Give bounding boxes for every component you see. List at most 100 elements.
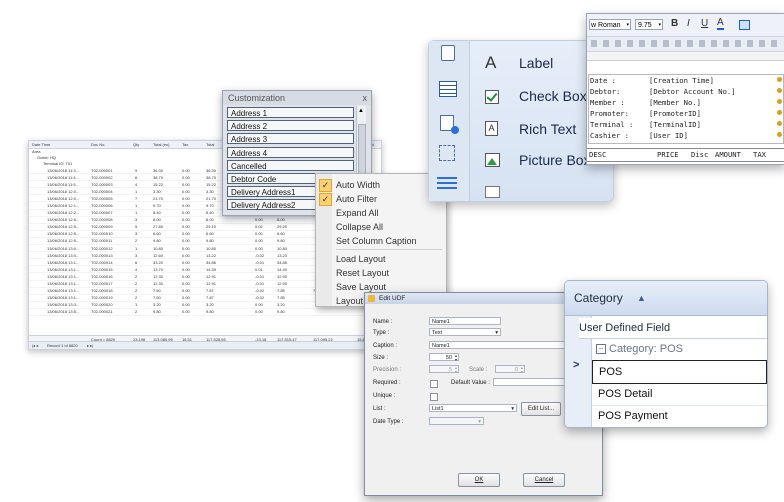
edit-list-button[interactable]: Edit List... [521,402,561,416]
date-type-select[interactable]: ▾ [429,417,484,425]
layout-icon[interactable] [439,145,455,161]
list-select[interactable]: List1 ▾ [429,404,517,412]
table-cell: 2 [135,238,138,244]
page-info-icon[interactable] [440,115,459,134]
menu-item[interactable]: Collapse All [336,221,383,233]
customization-field-item[interactable]: Cancelled [227,159,354,171]
group-row-pos[interactable]: − Category: POS [592,339,767,359]
bold-button[interactable]: B [671,18,678,29]
table-cell: 38.70 [153,174,164,180]
column-header-doc[interactable]: Doc No. [91,142,105,147]
table-cell: 0.00 [182,238,190,244]
table-cell: 7.85 [277,288,285,294]
precision-value: 5 [448,367,452,373]
size-stepper[interactable]: 50 ▴ ▾ [429,353,459,362]
column-header-total-ex[interactable]: Total (ex) [153,142,169,147]
table-cell: 13/06/2018 13:1... [47,273,80,279]
menu-item[interactable]: Reset Layout [336,267,389,279]
required-checkbox[interactable] [430,380,438,388]
table-cell: 13/06/2018 13:5... [47,309,80,315]
table-cell: 13/06/2018 12:2... [47,210,80,216]
italic-button[interactable]: I [687,18,690,29]
menu-item[interactable]: Auto Width [336,179,380,191]
group-panel-caption[interactable]: User Defined Field [579,318,767,339]
chevron-down-icon: ▾ [626,22,629,28]
spin-icon[interactable]: ▴ ▾ [455,354,457,362]
record-count: Record 1 of 8820 [47,343,78,348]
table-cell: 0.00 [182,288,190,294]
table-icon[interactable] [439,81,457,97]
column-header-date[interactable]: Date Time [32,142,50,147]
menu-item[interactable]: Auto Filter [336,193,377,205]
category-header[interactable]: Category ▲ [565,281,767,316]
unique-checkbox[interactable] [430,393,438,401]
font-color-icon[interactable]: A [717,17,724,30]
menu-item[interactable]: Expand All [336,207,379,219]
font-size-select[interactable]: 9.75 ▾ [635,19,663,30]
table-cell: 0.00 [182,210,190,216]
document-icon[interactable] [441,45,455,61]
category-row-pos-payment[interactable]: POS Payment [592,405,767,427]
table-cell: T02-000008 [91,217,113,223]
spin-icon[interactable]: ▴ ▾ [455,366,457,374]
name-input[interactable]: Name1 [429,317,501,325]
table-cell: 6.60 [153,231,161,237]
menu-item[interactable]: Load Layout [336,253,386,265]
column-header-tax[interactable]: Tax [182,142,188,147]
type-select[interactable]: Text ▾ [429,328,501,336]
table-cell: 12.30 [153,281,164,286]
align-icon[interactable] [437,175,457,189]
table-cell: 0.00 [182,181,190,187]
table-cell: 13/06/2018 12:1... [47,202,80,208]
ok-button[interactable]: OK [458,473,500,487]
nav-last-icon[interactable]: ▸ ▸| [87,343,93,348]
table-cell: 0.00 [182,224,190,230]
category-row-pos-detail[interactable]: POS Detail [592,383,767,406]
underline-button[interactable]: U [701,18,708,29]
customization-field-item[interactable]: Address 3 [227,133,354,145]
table-cell: 4 [135,266,138,272]
table-cell: 13/06/2018 12:5... [47,224,80,230]
sort-up-icon[interactable]: ▲ [637,281,646,315]
table-cell: 3 [135,252,138,258]
ruler [587,52,784,61]
record-navigator[interactable]: |◂ ◂ Record 1 of 8820 ▸ ▸| [29,341,381,349]
collapse-icon[interactable]: − [596,344,606,355]
customization-field-item[interactable]: Address 2 [227,120,354,132]
fill-color-icon[interactable] [739,20,750,30]
menu-item[interactable]: Layout [336,295,363,307]
font-name-select[interactable]: w Roman ▾ [589,19,631,30]
toolbox-item-checkbox[interactable]: Check Box [519,88,587,104]
table-row[interactable]: 13/06/2018 13:5... T02-000021 2 9.80 0.00 9.8… [29,309,381,316]
toolbox-item-label[interactable]: Label [519,55,553,71]
table-cell: T02-000002 [91,174,113,180]
chevron-down-icon: ▾ [478,419,481,425]
table-cell: 6 [135,174,138,180]
toolbox-item-picturebox[interactable]: Picture Box [519,152,591,168]
scale-stepper[interactable]: 0 ▴ ▾ [495,365,525,374]
customization-field-item[interactable]: Address 4 [227,146,354,158]
table-cell: -0.01 [255,273,265,279]
table-cell: 8.00 [153,217,161,223]
column-header-qty[interactable]: Qty [133,142,139,147]
category-row-pos[interactable]: POS [592,360,767,384]
table-cell: 0.00 [182,266,190,272]
close-icon[interactable]: x [363,91,368,105]
table-cell: 6.60 [206,231,214,237]
cancel-button[interactable]: Cancel [523,473,565,487]
toolbox-item-richtext[interactable]: Rich Text [519,121,576,137]
precision-stepper[interactable]: 5 ▴ ▾ [429,365,459,374]
customization-field-item[interactable]: Address 1 [227,107,354,118]
menu-item[interactable]: Set Column Caption [336,235,417,247]
table-cell: 21.70 [206,195,217,201]
scale-value: 0 [514,367,518,373]
spin-icon[interactable]: ▴ ▾ [521,366,523,374]
table-cell: T02-000009 [91,224,113,230]
scroll-up-icon[interactable]: ▲ [358,108,364,114]
table-cell: -0.02 [255,295,265,301]
checkmark-icon: ✓ [319,179,332,192]
table-cell: T02-000006 [91,202,113,208]
nav-first-icon[interactable]: |◂ ◂ [32,343,38,348]
alignment-tools[interactable] [591,40,781,47]
column-header-total[interactable]: Total [206,142,214,147]
